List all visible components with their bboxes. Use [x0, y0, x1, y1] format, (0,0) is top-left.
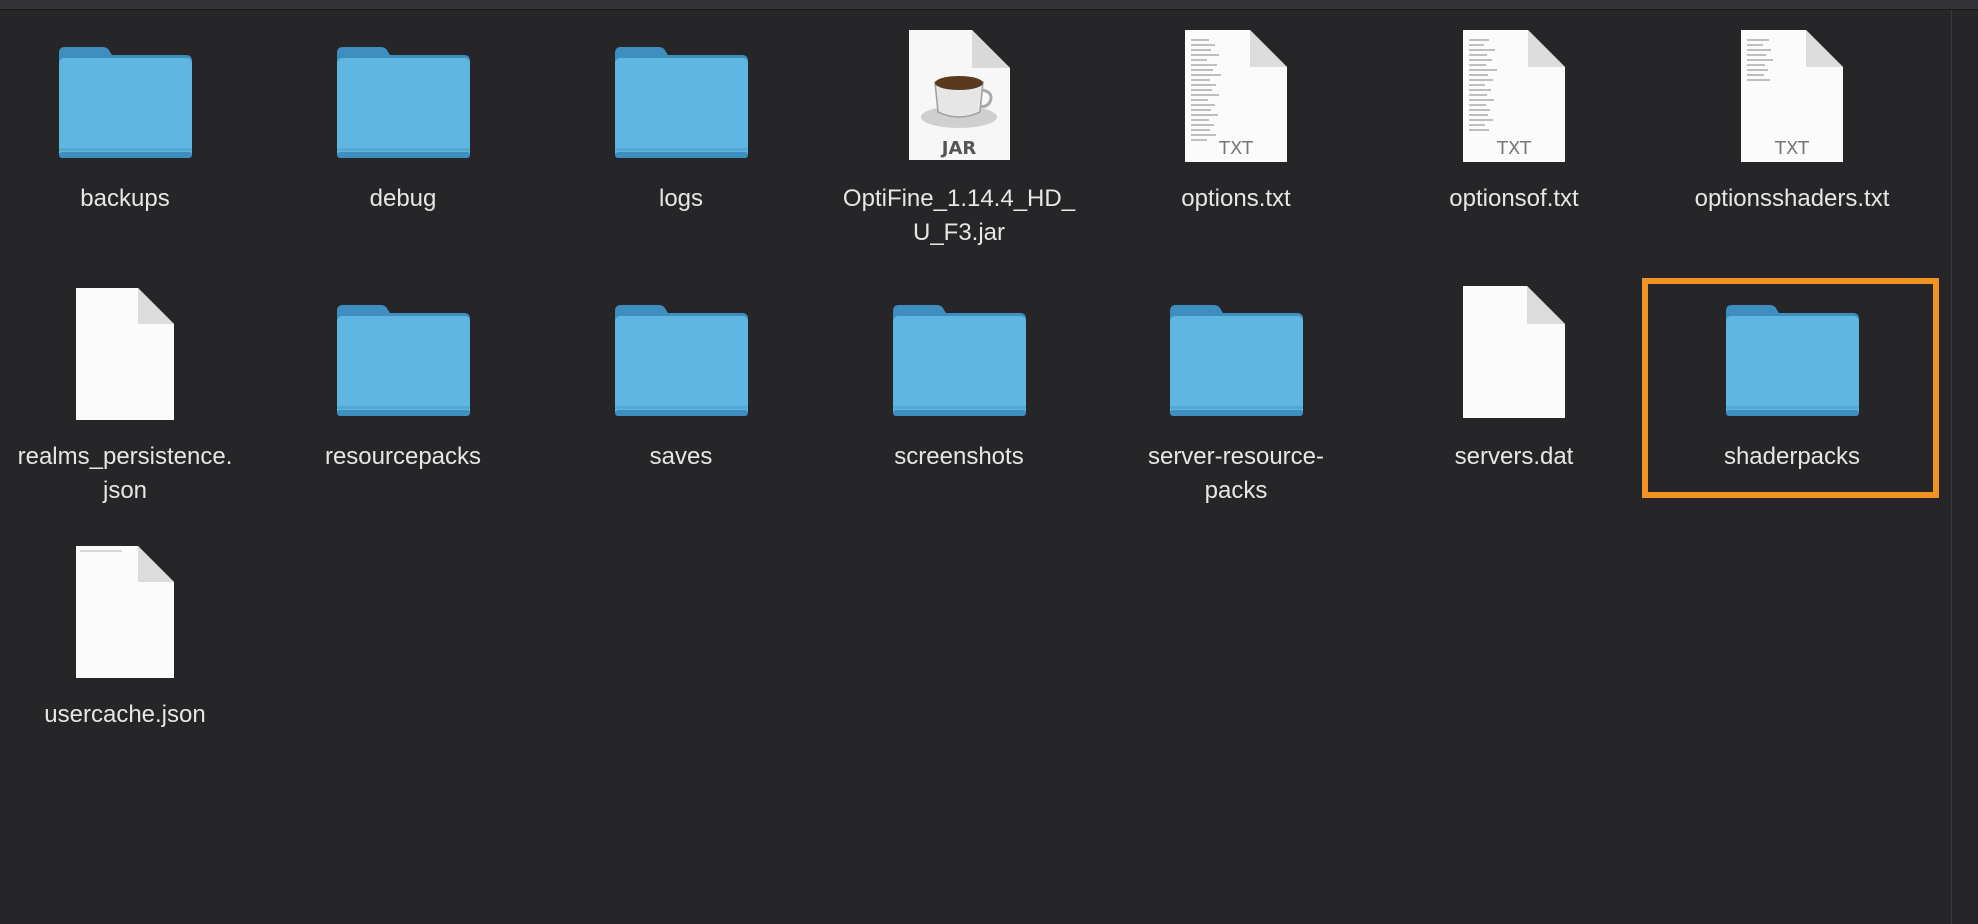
finder-window: backups debug logs JAR OptiFine_1.14.4_H… — [0, 0, 1978, 924]
file-item-logs[interactable]: logs — [556, 10, 806, 240]
svg-text:TXT: TXT — [1774, 138, 1810, 159]
file-item-options-txt[interactable]: TXT options.txt — [1111, 10, 1361, 240]
text-file-icon: TXT — [1667, 10, 1917, 180]
selection-highlight — [1642, 278, 1939, 498]
file-name: realms_persistence. json — [17, 443, 233, 504]
folder-icon — [278, 268, 528, 438]
folder-icon — [556, 10, 806, 180]
file-name: optionsshaders.txt — [1694, 185, 1890, 212]
text-file-icon: TXT — [1389, 10, 1639, 180]
document-icon — [1389, 268, 1639, 438]
file-name: logs — [658, 185, 704, 212]
file-name: resourcepacks — [324, 443, 482, 470]
folder-icon — [1111, 268, 1361, 438]
file-name: options.txt — [1181, 185, 1291, 212]
file-item-servers-dat[interactable]: servers.dat — [1389, 268, 1639, 498]
file-name: optionsof.txt — [1449, 185, 1579, 212]
file-item-realms-persistence-json[interactable]: realms_persistence. json — [0, 268, 250, 504]
svg-text:JAR: JAR — [940, 138, 977, 159]
file-item-backups[interactable]: backups — [0, 10, 250, 240]
file-item-optionsof-txt[interactable]: TXT optionsof.txt — [1389, 10, 1639, 240]
file-item-optionsshaders-txt[interactable]: TXT optionsshaders.txt — [1667, 10, 1917, 240]
document-icon — [0, 268, 250, 438]
window-toolbar-edge — [0, 0, 1978, 10]
document-icon — [0, 526, 250, 696]
file-item-screenshots[interactable]: screenshots — [834, 268, 1084, 498]
text-file-icon: TXT — [1111, 10, 1361, 180]
file-item-usercache-json[interactable]: usercache.json — [0, 526, 250, 756]
file-item-resourcepacks[interactable]: resourcepacks — [278, 268, 528, 498]
file-name: OptiFine_1.14.4_HD_ U_F3.jar — [842, 185, 1076, 246]
file-item-debug[interactable]: debug — [278, 10, 528, 240]
svg-text:TXT: TXT — [1218, 138, 1254, 159]
file-name: usercache.json — [44, 701, 206, 728]
file-name: debug — [369, 185, 437, 212]
folder-icon — [278, 10, 528, 180]
file-item-server-resource-packs[interactable]: server-resource- packs — [1111, 268, 1361, 504]
folder-icon — [556, 268, 806, 438]
file-item-optifine-jar[interactable]: JAR OptiFine_1.14.4_HD_ U_F3.jar — [834, 10, 1084, 246]
svg-text:TXT: TXT — [1496, 138, 1532, 159]
file-item-saves[interactable]: saves — [556, 268, 806, 498]
scrollbar-track[interactable] — [1951, 10, 1952, 924]
file-name: saves — [649, 443, 713, 470]
file-name: server-resource- packs — [1147, 443, 1325, 504]
file-name: servers.dat — [1454, 443, 1574, 470]
folder-icon — [0, 10, 250, 180]
folder-icon — [834, 268, 1084, 438]
file-name: screenshots — [894, 443, 1024, 470]
jar-file-icon: JAR — [834, 10, 1084, 180]
file-name: backups — [80, 185, 170, 212]
